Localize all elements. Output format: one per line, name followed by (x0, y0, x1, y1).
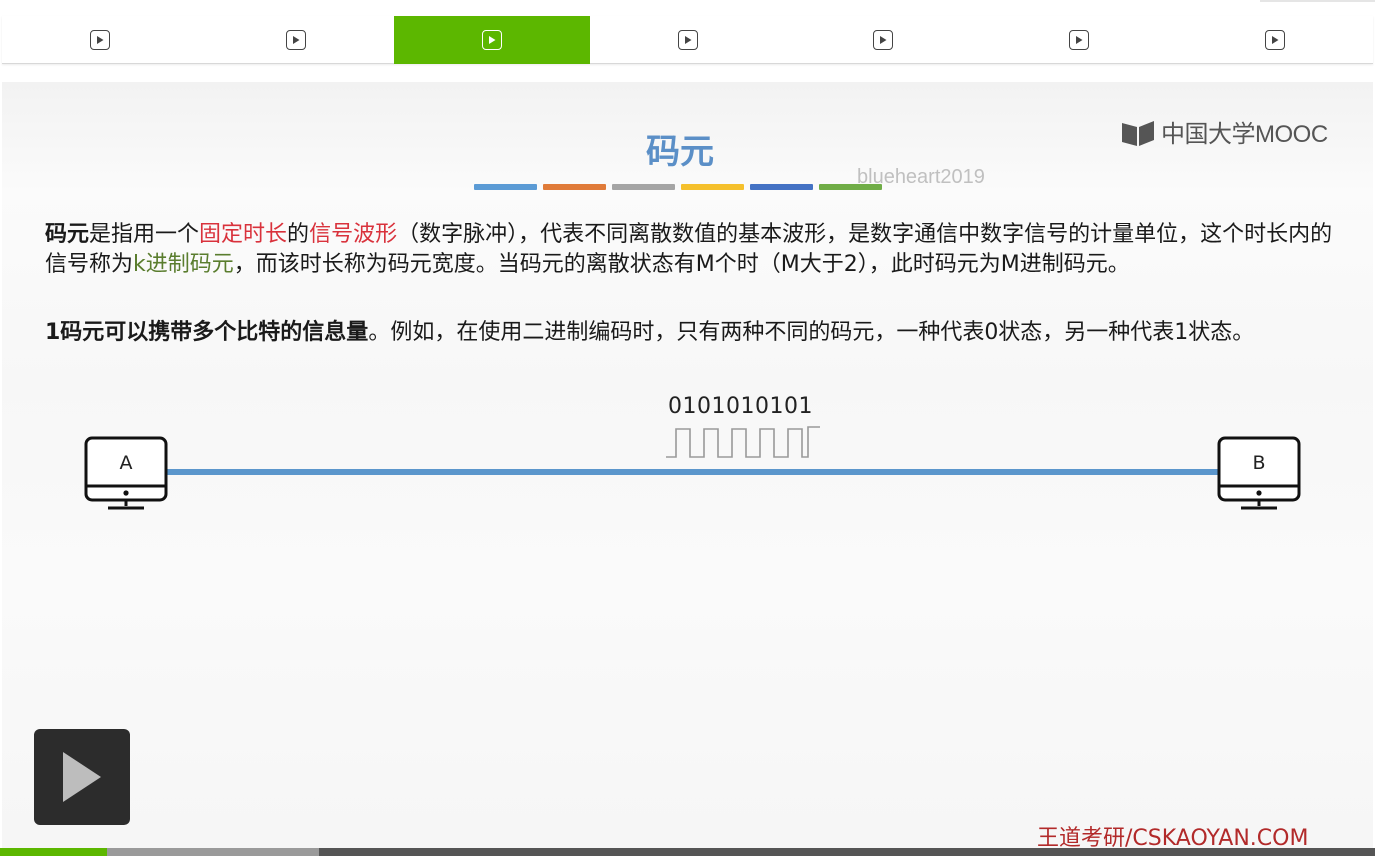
play-icon (63, 752, 101, 802)
play-icon (1069, 30, 1090, 50)
computer-b: B (1217, 436, 1303, 512)
underline-bar (750, 184, 813, 190)
play-icon (873, 30, 894, 50)
underline-bar (612, 184, 675, 190)
node-b-label: B (1252, 452, 1266, 474)
underline-bar (681, 184, 744, 190)
node-a-label: A (119, 452, 133, 474)
mooc-logo: 中国大学MOOC (1121, 114, 1328, 149)
play-icon (481, 30, 502, 50)
highlight-fixed-duration: 固定时长 (199, 222, 288, 247)
video-slide[interactable] (2, 82, 1373, 848)
tab-6[interactable] (981, 16, 1177, 64)
text-segment: 。例如，在使用二进制编码时，只有两种不同的码元，一种代表0状态，另一种代表1状态… (368, 320, 1255, 345)
emphasis-text: 1码元可以携带多个比特的信息量 (45, 320, 369, 345)
tab-3-active[interactable] (393, 16, 590, 64)
square-wave-icon (666, 426, 820, 458)
tab-4[interactable] (590, 16, 786, 64)
underline-bar (543, 184, 606, 190)
progress-played (0, 848, 108, 856)
text-segment: 是指用一个 (89, 222, 200, 247)
logo-text: 中国大学MOOC (1161, 121, 1328, 148)
underline-bar (474, 184, 537, 190)
text-segment: 的 (287, 222, 310, 247)
play-icon (677, 30, 698, 50)
paragraph-definition: 码元是指用一个固定时长的信号波形（数字脉冲），代表不同离散数值的基本波形，是数字… (45, 220, 1335, 280)
title-underline (474, 184, 888, 191)
computer-a: A (84, 436, 170, 512)
paragraph-bits-per-symbol: 1码元可以携带多个比特的信息量。例如，在使用二进制编码时，只有两种不同的码元，一… (45, 318, 1335, 348)
play-icon (1265, 30, 1286, 50)
play-button[interactable] (34, 729, 130, 825)
tab-2[interactable] (198, 16, 394, 64)
book-icon (1122, 120, 1154, 146)
tab-1[interactable] (2, 16, 198, 64)
text-segment: ，而该时长称为码元宽度。当码元的离散状态有M个时（M大于2），此时码元为M进制码… (233, 252, 1130, 277)
highlight-k-ary-symbol: k进制码元 (133, 252, 234, 277)
play-icon (89, 30, 110, 50)
slide-title: 码元 (646, 132, 714, 172)
play-icon (285, 30, 306, 50)
tab-7[interactable] (1177, 16, 1373, 64)
computer-icon (84, 436, 168, 510)
bit-sequence-label: 0101010101 (668, 394, 813, 419)
chapter-tab-bar (2, 16, 1373, 64)
video-progress-bar[interactable] (0, 848, 1375, 856)
watermark: blueheart2019 (857, 166, 985, 188)
term-symbol: 码元 (45, 222, 90, 247)
tab-5[interactable] (785, 16, 981, 64)
corner-tab (1260, 0, 1375, 2)
computer-icon (1217, 436, 1301, 510)
highlight-signal-waveform: 信号波形 (309, 222, 398, 247)
transmission-link (165, 469, 1223, 475)
